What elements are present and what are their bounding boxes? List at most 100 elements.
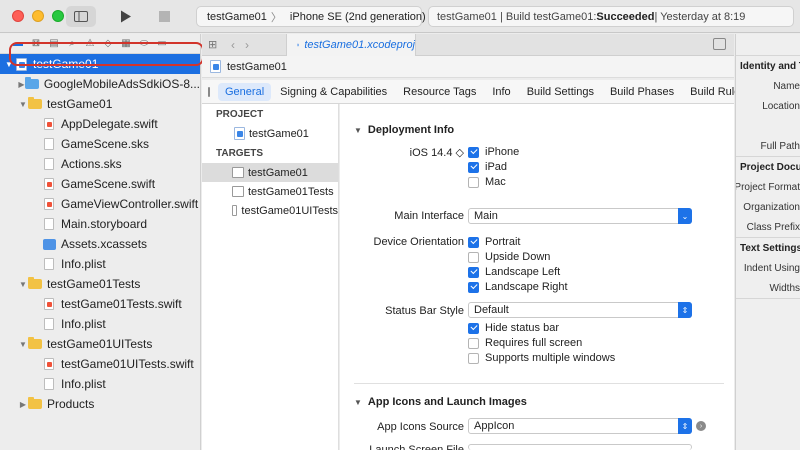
report-icon[interactable]: ▭ [156,38,168,50]
grid-icon[interactable]: ⊞ [208,38,226,51]
app-icons-header[interactable]: ▼ App Icons and Launch Images [354,392,724,412]
checkbox-unchecked-icon[interactable] [468,251,479,263]
tree-row[interactable]: Actions.sks [0,154,200,174]
orientation-checkbox[interactable]: Portrait [468,236,520,248]
file-icon [42,218,56,230]
toolbar: testGame01 〉 iPhone SE (2nd generation) … [0,0,800,33]
scheme-selector[interactable]: testGame01 〉 iPhone SE (2nd generation) [196,6,426,27]
go-arrow-icon[interactable]: › [696,421,706,431]
disclosure-down-icon[interactable]: ▼ [18,340,28,349]
status-bar-style-select[interactable]: Default ⇕ [468,302,692,318]
destination-name: iPhone SE (2nd generation) [289,10,426,23]
tree-row[interactable]: ▼ testGame01Tests [0,274,200,294]
orientation-checkbox[interactable]: Upside Down [468,251,550,263]
hierarchy-icon[interactable]: ▤ [48,38,60,50]
tree-row-label: Info.plist [61,257,106,271]
target-item[interactable]: testGame01Tests [202,182,338,201]
tree-row-label: Products [47,397,95,411]
settings-tab[interactable]: Info [485,83,517,101]
debug-icon[interactable]: ▦ [120,38,132,50]
tree-row-label: GameViewController.swift [61,197,199,211]
status-option-checkbox[interactable]: Supports multiple windows [468,352,615,364]
disclosure-down-icon[interactable]: ▼ [4,60,14,69]
minimize-window-button[interactable] [32,10,44,22]
editor-tab[interactable]: testGame01.xcodeproj [286,34,416,56]
project-item[interactable]: testGame01 [202,124,338,143]
checkbox-unchecked-icon[interactable] [468,352,479,364]
main-interface-select[interactable]: Main ⌄ [468,208,692,224]
breakpoint-icon[interactable]: ⬭ [138,38,150,50]
settings-tab[interactable]: Build Settings [520,83,601,101]
settings-tab[interactable]: Resource Tags [396,83,483,101]
inspector-section-title: Project Document [740,161,800,173]
tree-row-label: Main.storyboard [61,217,148,231]
checkbox-checked-icon[interactable] [468,161,479,173]
device-checkbox[interactable]: iPhone [468,146,519,158]
tree-row[interactable]: ▶ Products [0,394,200,414]
add-editor-icon[interactable] [713,38,726,50]
tree-row[interactable]: GameScene.sks [0,134,200,154]
tree-row[interactable]: ▼ testGame01 [0,54,200,74]
status-option-checkbox[interactable]: Hide status bar [468,322,559,334]
project-navigator: ▬ ⊠ ▤ ⌕ ⚠ ◇ ▦ ⬭ ▭ ▼ testGame01 ▶ GoogleMobi… [0,34,201,450]
stop-button[interactable] [148,6,180,27]
device-checkbox[interactable]: iPad [468,161,507,173]
launch-screen-select[interactable] [468,444,692,450]
checkbox-unchecked-icon[interactable] [468,176,479,188]
device-checkbox-label: Mac [485,176,506,188]
tree-row[interactable]: Main.storyboard [0,214,200,234]
tree-row[interactable]: Info.plist [0,374,200,394]
editor-tab-bar: ⊞ ‹ › testGame01.xcodeproj [202,34,734,56]
tree-row[interactable]: ▼ testGame01UITests [0,334,200,354]
settings-tab[interactable]: General [218,82,272,101]
checkbox-checked-icon[interactable] [468,281,479,293]
disclosure-right-icon[interactable]: ▶ [18,80,25,89]
find-icon[interactable]: ⌕ [66,38,78,50]
toggle-navigator-button[interactable] [66,6,96,27]
app-icons-source-select[interactable]: AppIcon ⇕ [468,418,692,434]
show-targets-icon[interactable] [208,86,210,97]
device-checkbox[interactable]: Mac [468,176,506,188]
orientation-checkbox[interactable]: Landscape Right [468,281,568,293]
folder-icon[interactable]: ▬ [12,38,24,50]
tree-row[interactable]: AppDelegate.swift [0,114,200,134]
source-control-icon[interactable]: ⊠ [30,38,42,50]
swift-file-icon-shape [44,198,54,210]
tree-row[interactable]: ▼ testGame01 [0,94,200,114]
project-name[interactable]: testGame01 [227,61,287,73]
disclosure-down-icon[interactable]: ▼ [18,100,28,109]
close-window-button[interactable] [12,10,24,22]
tree-row[interactable]: testGame01Tests.swift [0,294,200,314]
target-item[interactable]: testGame01UITests [202,201,338,220]
disclosure-down-icon[interactable]: ▼ [18,280,28,289]
checkbox-checked-icon[interactable] [468,322,479,334]
checkbox-unchecked-icon[interactable] [468,337,479,349]
project-item-label: testGame01 [249,127,309,140]
tree-row[interactable]: Info.plist [0,254,200,274]
orientation-checkbox[interactable]: Landscape Left [468,266,560,278]
forward-arrow-icon[interactable]: › [240,38,254,52]
status-option-checkbox[interactable]: Requires full screen [468,337,582,349]
test-icon[interactable]: ◇ [102,38,114,50]
settings-tab[interactable]: Build Phases [603,83,681,101]
checkbox-checked-icon[interactable] [468,236,479,248]
issue-icon[interactable]: ⚠ [84,38,96,50]
tree-row[interactable]: Info.plist [0,314,200,334]
ios-version-selector[interactable]: iOS 14.4 ◇ [410,146,464,159]
tree-row[interactable]: GameViewController.swift [0,194,200,214]
deployment-info-header[interactable]: ▼ Deployment Info [354,120,724,140]
tree-row[interactable]: ▶ GoogleMobileAdsSdkiOS-8... [0,74,200,94]
tree-row[interactable]: GameScene.swift [0,174,200,194]
checkbox-checked-icon[interactable] [468,266,479,278]
target-item[interactable]: testGame01 [202,163,338,182]
disclosure-right-icon[interactable]: ▶ [18,400,28,409]
zoom-window-button[interactable] [52,10,64,22]
back-arrow-icon[interactable]: ‹ [226,38,240,52]
run-button[interactable] [110,6,142,27]
settings-tab[interactable]: Signing & Capabilities [273,83,394,101]
blue-folder-icon-shape [24,77,39,89]
tree-row[interactable]: testGame01UITests.swift [0,354,200,374]
checkbox-checked-icon[interactable] [468,146,479,158]
tree-row[interactable]: Assets.xcassets [0,234,200,254]
status-prefix: testGame01 | Build testGame01: [437,10,597,23]
